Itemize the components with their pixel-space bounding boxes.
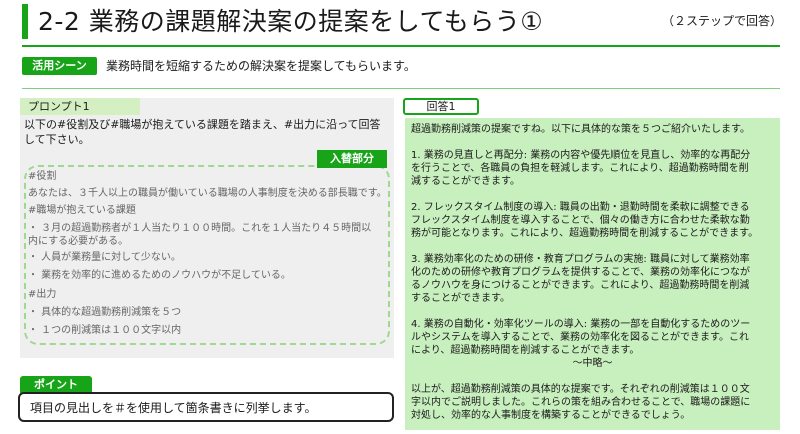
answer-line: 2. フレックスタイム制度の導入: 職員の出勤・退勤時間を柔軟に調整できる [411, 202, 750, 213]
answer-line: により、超過勤務時間を削減することができます。 [411, 345, 640, 356]
prompt-line: 内にする必要がある。 [28, 236, 129, 247]
prompt-line: ・ 具体的な超過勤務削減策を５つ [28, 307, 182, 318]
answer-line: るノウハウを身につけることができます。これにより、超過勤務時間を削減 [411, 280, 750, 291]
prompt-line: ・ 業務を効率的に進めるためのノウハウが不足している。 [28, 270, 291, 281]
prompt-line: あなたは、３千人以上の職員が働いている職場の人事制度を決める部長職です。 [28, 188, 387, 199]
page-subtitle: （２ステップで回答） [661, 14, 782, 28]
answer-label: 回答1 [403, 98, 479, 115]
prompt-line: #職場が抱えている課題 [28, 205, 136, 216]
prompt-instruction: 以下の#役割及び#職場が抱えている課題を踏まえ、#出力に沿って回答して下さい。 [24, 118, 381, 146]
answer-line: ルやシステムを導入することで、業務の効率化を図ることができます。これ [411, 332, 749, 343]
usecase-badge: 活用シーン [22, 57, 97, 75]
answer-omission: ～中略～ [572, 358, 613, 369]
answer-line: 減することができます。 [411, 176, 520, 187]
prompt-line: #出力 [28, 289, 57, 300]
answer-line: 字以内でご説明しました。これらの策を組み合わせることで、職場の課題に [411, 397, 751, 408]
section-divider [22, 88, 780, 89]
answer-line: 以上が、超過勤務削減策の具体的な提案です。それぞれの削減策は１００文 [411, 384, 750, 395]
prompt-line: ・ 人員が業務量に対して少ない。 [28, 252, 181, 263]
prompt-label: プロンプト1 [20, 98, 140, 115]
replace-badge: 入替部分 [317, 150, 387, 168]
answer-line: 1. 業務の見直しと再配分: 業務の内容や優先順位を見直し、効率的な再配分 [411, 150, 751, 161]
usecase-text: 業務時間を短縮するための解決案を提案してもらいます。 [106, 59, 416, 73]
answer-line: を行うことで、各職員の負担を軽減します。これにより、超過勤務時間を削 [411, 163, 749, 174]
answer-line: することができます。 [411, 293, 510, 304]
answer-line: フレックスタイム制度を導入することで、個々の働き方に合わせた柔軟な勤 [411, 215, 750, 226]
answer-line: 務が可能となります。これにより、超過勤務時間を削減することができます。 [411, 228, 759, 239]
answer-line: 化のための研修や教育プログラムを提供することで、業務の効率化につなが [411, 267, 750, 278]
point-text: 項目の見出しを＃を使用して箇条書きに列挙します。 [30, 401, 317, 415]
answer-line: 超過勤務削減策の提案ですね。以下に具体的な策を５つご紹介いたします。 [411, 124, 750, 135]
title-divider [22, 45, 780, 47]
answer-line: 対処し、効率的な人事制度を構築することができるでしょう。 [411, 410, 691, 421]
title-accent-bar [22, 4, 28, 39]
prompt-line: #役割 [28, 171, 57, 182]
answer-line: 3. 業務効率化のための研修・教育プログラムの実施: 職員に対して業務効率 [411, 254, 750, 265]
answer-line: 4. 業務の自動化・効率化ツールの導入: 業務の一部を自動化するためのツー [411, 319, 751, 330]
prompt-line: ・ １つの削減策は１００文字以内 [28, 325, 182, 336]
prompt-line: ・ ３月の超過勤務者が１人当たり１００時間。これを１人当たり４５時間以 [28, 223, 372, 234]
page-title: 2-2 業務の課題解決案の提案をしてもらう① [38, 7, 544, 36]
